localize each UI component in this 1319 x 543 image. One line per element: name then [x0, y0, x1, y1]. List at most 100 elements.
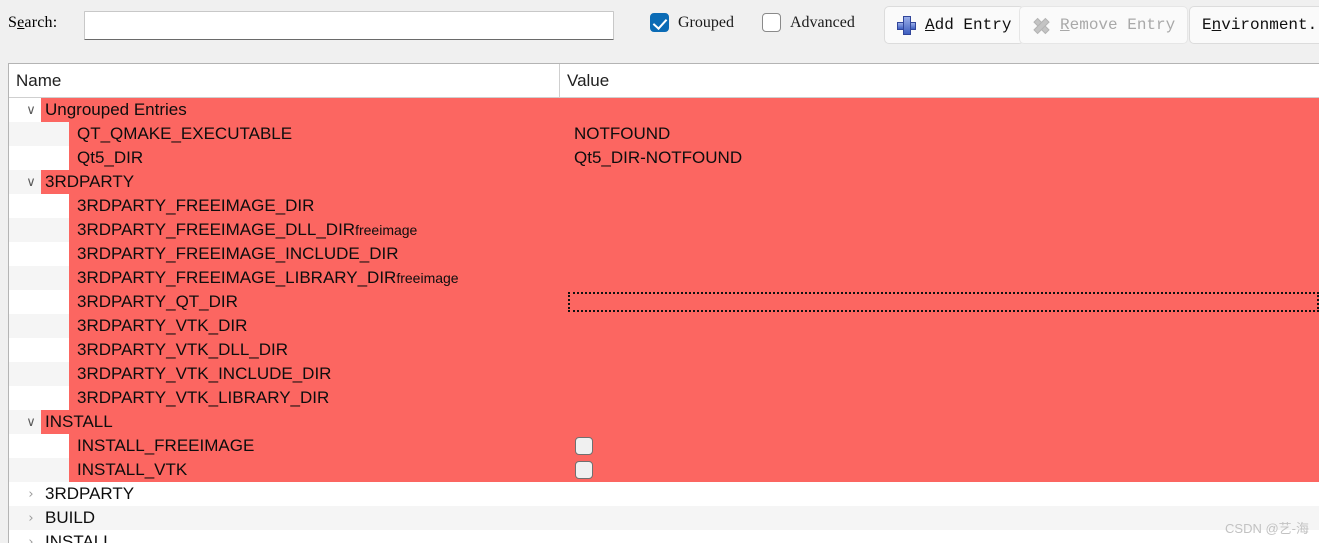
tree-entry-row[interactable]: QT_QMAKE_EXECUTABLE NOTFOUND: [9, 122, 1319, 146]
entry-name: INSTALL: [45, 410, 113, 434]
entry-value[interactable]: Qt5_DIR-NOTFOUND: [568, 146, 742, 170]
tree-entry-row[interactable]: 3RDPARTY_VTK_LIBRARY_DIR: [9, 386, 1319, 410]
tree-group-row[interactable]: ∨ Ungrouped Entries: [9, 98, 1319, 122]
row-highlight: [69, 458, 1319, 482]
search-label-post: arch:: [24, 14, 58, 31]
tree-entry-row[interactable]: 3RDPARTY_FREEIMAGE_DLL_DIR freeimage: [9, 218, 1319, 242]
watermark: CSDN @艺-海: [1225, 521, 1309, 536]
entry-name: Qt5_DIR: [77, 146, 143, 170]
entry-name: 3RDPARTY_FREEIMAGE_INCLUDE_DIR: [77, 242, 399, 266]
chevron-right-icon[interactable]: ›: [23, 506, 39, 530]
environment-label: Environment...: [1202, 16, 1319, 34]
tree-group-row[interactable]: ∨ 3RDPARTY: [9, 170, 1319, 194]
entry-name: 3RDPARTY_FREEIMAGE_DLL_DIR freeimage: [77, 218, 417, 242]
tree-group-row[interactable]: › 3RDPARTY: [9, 482, 1319, 506]
environment-button[interactable]: Environment...: [1189, 6, 1319, 44]
entry-name-text: INSTALL: [45, 532, 113, 543]
entry-name-text: 3RDPARTY_FREEIMAGE_LIBRARY_DIR: [77, 268, 397, 287]
entry-name: 3RDPARTY_FREEIMAGE_LIBRARY_DIR freeimage: [77, 266, 459, 290]
tree-entry-row[interactable]: 3RDPARTY_FREEIMAGE_DIR: [9, 194, 1319, 218]
entry-name-text: Ungrouped Entries: [45, 100, 187, 119]
entry-name-text: 3RDPARTY: [45, 484, 135, 503]
entry-name: 3RDPARTY_VTK_LIBRARY_DIR: [77, 386, 329, 410]
tree-body[interactable]: ∨ Ungrouped Entries QT_QMAKE_EXECUTABLE NOT…: [9, 98, 1319, 543]
x-icon: [1032, 16, 1051, 35]
entry-name-text: 3RDPARTY_FREEIMAGE_INCLUDE_DIR: [77, 244, 399, 263]
tree-group-row[interactable]: ∨ INSTALL: [9, 410, 1319, 434]
entry-name-text: INSTALL: [45, 412, 113, 431]
entry-checkbox-unchecked[interactable]: [575, 437, 593, 455]
chevron-down-icon[interactable]: ∨: [23, 170, 39, 194]
entry-name: BUILD: [45, 506, 95, 530]
grouped-label: Grouped: [678, 13, 734, 31]
entry-name: QT_QMAKE_EXECUTABLE: [77, 122, 292, 146]
entry-name: 3RDPARTY_FREEIMAGE_DIR: [77, 194, 314, 218]
tree-entry-row[interactable]: 3RDPARTY_VTK_DLL_DIR: [9, 338, 1319, 362]
entry-name-text: 3RDPARTY_QT_DIR: [77, 292, 238, 311]
entry-name-suffix: freeimage: [396, 270, 459, 286]
chevron-down-icon[interactable]: ∨: [23, 410, 39, 434]
entry-name: 3RDPARTY: [45, 482, 134, 506]
tree-entry-row[interactable]: 3RDPARTY_QT_DIR: [9, 290, 1319, 314]
chevron-right-icon[interactable]: ›: [23, 530, 39, 543]
checkbox-unchecked-icon: [762, 13, 781, 32]
entry-name-text: 3RDPARTY_FREEIMAGE_DIR: [77, 196, 315, 215]
row-highlight: [41, 98, 1319, 122]
entry-name-text: 3RDPARTY: [45, 172, 135, 191]
tree-entry-row[interactable]: 3RDPARTY_FREEIMAGE_LIBRARY_DIR freeimage: [9, 266, 1319, 290]
entry-name: INSTALL_VTK: [77, 458, 187, 482]
tree-group-row[interactable]: › INSTALL: [9, 530, 1319, 543]
checkbox-checked-icon: [650, 13, 669, 32]
tree-entry-row[interactable]: 3RDPARTY_VTK_DIR: [9, 314, 1319, 338]
entry-name-text: 3RDPARTY_FREEIMAGE_DLL_DIR: [77, 220, 356, 239]
tree-entry-row[interactable]: INSTALL_VTK: [9, 458, 1319, 482]
entry-name-text: BUILD: [45, 508, 96, 527]
row-highlight: [69, 314, 1319, 338]
entry-name-text: INSTALL_FREEIMAGE: [77, 436, 255, 455]
chevron-right-icon[interactable]: ›: [23, 482, 39, 506]
row-highlight: [69, 434, 1319, 458]
entry-name: INSTALL: [45, 530, 113, 543]
entry-name: 3RDPARTY_VTK_INCLUDE_DIR: [77, 362, 331, 386]
column-header-name[interactable]: Name: [9, 64, 560, 97]
column-header-value[interactable]: Value: [560, 64, 1319, 97]
add-entry-button[interactable]: Add Entry: [884, 6, 1025, 44]
entry-name-text: 3RDPARTY_VTK_INCLUDE_DIR: [77, 364, 332, 383]
tree-entry-row[interactable]: INSTALL_FREEIMAGE: [9, 434, 1319, 458]
entry-name-text: Qt5_DIR: [77, 148, 144, 167]
search-input[interactable]: [84, 11, 614, 40]
search-label: Search:: [8, 14, 57, 32]
advanced-checkbox[interactable]: Advanced: [762, 13, 855, 32]
entry-name-suffix: freeimage: [355, 222, 418, 238]
entry-value[interactable]: NOTFOUND: [568, 122, 670, 146]
tree-entry-row[interactable]: Qt5_DIR Qt5_DIR-NOTFOUND: [9, 146, 1319, 170]
entry-name-text: QT_QMAKE_EXECUTABLE: [77, 124, 293, 143]
add-entry-label: Add Entry: [925, 16, 1012, 34]
tree-entry-row[interactable]: 3RDPARTY_VTK_INCLUDE_DIR: [9, 362, 1319, 386]
entry-name: 3RDPARTY_QT_DIR: [77, 290, 238, 314]
entry-name: 3RDPARTY_VTK_DLL_DIR: [77, 338, 288, 362]
cache-entries-tree[interactable]: Name Value ∨ Ungrouped Entries QT_QMAKE_EX…: [8, 63, 1319, 543]
entry-name-text: INSTALL_VTK: [77, 460, 188, 479]
entry-name: INSTALL_FREEIMAGE: [77, 434, 254, 458]
entry-name: 3RDPARTY: [45, 170, 134, 194]
value-focus-rect[interactable]: [568, 292, 1319, 312]
remove-entry-label: Remove Entry: [1060, 16, 1176, 34]
toolbar: Search: Grouped Advanced Add Entry Remov…: [0, 0, 1319, 52]
tree-group-row[interactable]: › BUILD: [9, 506, 1319, 530]
entry-checkbox-unchecked[interactable]: [575, 461, 593, 479]
advanced-label: Advanced: [790, 13, 855, 31]
remove-entry-button: Remove Entry: [1019, 6, 1189, 44]
entry-name-text: 3RDPARTY_VTK_DIR: [77, 316, 248, 335]
row-highlight: [41, 410, 1319, 434]
entry-name-text: 3RDPARTY_VTK_LIBRARY_DIR: [77, 388, 330, 407]
row-highlight: [41, 170, 1319, 194]
search-label-pre: S: [8, 14, 18, 31]
grouped-checkbox[interactable]: Grouped: [650, 13, 734, 32]
chevron-down-icon[interactable]: ∨: [23, 98, 39, 122]
entry-name-text: 3RDPARTY_VTK_DLL_DIR: [77, 340, 289, 359]
tree-header: Name Value: [9, 64, 1319, 98]
entry-name: Ungrouped Entries: [45, 98, 187, 122]
tree-entry-row[interactable]: 3RDPARTY_FREEIMAGE_INCLUDE_DIR: [9, 242, 1319, 266]
plus-icon: [897, 15, 916, 35]
